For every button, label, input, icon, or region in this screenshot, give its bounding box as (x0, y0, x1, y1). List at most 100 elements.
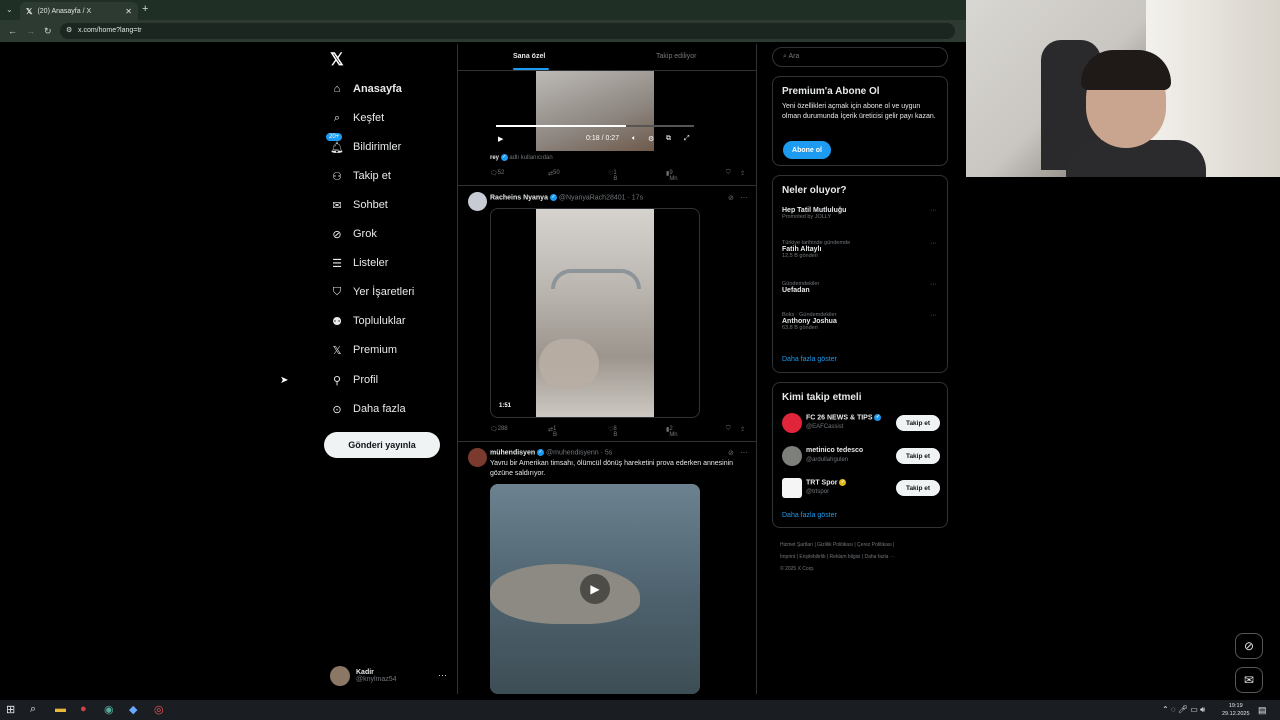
tab-following[interactable]: Takip ediliyor (656, 53, 696, 60)
play-icon[interactable]: ▶ (580, 574, 610, 604)
chrome-icon[interactable]: ◉ (104, 703, 114, 716)
account-switcher[interactable]: Kadir @knylmaz54 ··· (330, 666, 447, 686)
footer-line[interactable]: İmprint | Erişilebilirlik | Reklam bilgi… (780, 551, 945, 563)
follow-button[interactable]: Takip et (896, 415, 940, 431)
app-icon[interactable]: ◎ (154, 703, 164, 716)
sidebar-item-premium[interactable]: 𝕏 Premium (330, 341, 397, 359)
notifications-icon[interactable]: ▤ (1258, 705, 1267, 716)
show-more-link[interactable]: Daha fazla göster (782, 512, 837, 519)
system-tray-icons[interactable]: ⌃ ◌ 🎤︎ ▭ 🔊︎ (1162, 705, 1205, 715)
sidebar-item-chat[interactable]: ✉ Sohbet (330, 196, 387, 214)
clock[interactable]: 19:19 29.12.2025 (1222, 702, 1250, 718)
trend-title: Hep Tatil Mutluluğu (782, 207, 847, 214)
follow-suggestion[interactable]: metinico tedesco @ardullahgulen Takip et (782, 446, 942, 468)
repost-button[interactable]: ⇄ 1 B (548, 426, 557, 438)
grok-floating-button[interactable]: ⊘ (1235, 633, 1263, 659)
views-button[interactable]: ▮ 9 Mn (666, 170, 678, 182)
author-handle[interactable]: @NyanyaRach28401 (559, 194, 626, 201)
tab-for-you[interactable]: Sana özel (513, 53, 545, 60)
author-name[interactable]: Racheins Nyanya (490, 194, 548, 201)
subscribe-button[interactable]: Abone ol (783, 141, 831, 159)
trend-item[interactable]: Türkiye tarihinde gündemde Fatih Altaylı… (782, 240, 942, 259)
more-dots-icon[interactable]: ··· (930, 312, 937, 319)
repost-button[interactable]: ⇄ 50 (548, 170, 560, 177)
sidebar-item-explore[interactable]: ⌕ Keşfet (330, 109, 384, 127)
more-dots-icon[interactable]: ··· (740, 448, 748, 457)
app-icon[interactable]: ◆ (129, 703, 137, 716)
new-tab-icon[interactable]: + (142, 3, 148, 15)
premium-description: Yeni özellikleri açmak için abone ol ve … (782, 103, 936, 120)
tweet-time[interactable]: 5s (605, 449, 612, 456)
close-tab-icon[interactable]: ✕ (125, 7, 132, 16)
grok-icon[interactable]: ⊘ (728, 449, 734, 457)
app-icon[interactable]: ● (80, 703, 87, 715)
more-dots-icon[interactable]: ··· (740, 193, 748, 202)
trend-item[interactable]: Gündemdekiler Uefadan ··· (782, 281, 942, 294)
more-dots-icon[interactable]: ··· (930, 240, 937, 247)
retweet-user[interactable]: rey (490, 155, 499, 161)
sidebar-item-profile[interactable]: ⚲ Profil (330, 371, 378, 389)
trend-item[interactable]: Hep Tatil Mutluluğu Promoted by JOLLY ··… (782, 207, 942, 220)
follow-button[interactable]: Takip et (896, 480, 940, 496)
more-dots-icon[interactable]: ··· (930, 207, 937, 214)
suggestion-handle: @EAFCassist (806, 424, 844, 430)
sidebar-item-grok[interactable]: ⊘ Grok (330, 225, 376, 243)
follow-suggestion[interactable]: TRT Spor ✓ @trtspor Takip et (782, 478, 942, 500)
video-player[interactable]: ▶ 0:18 / 0:27 🔈︎ ⚙ ⧉ ⤢ (490, 71, 700, 151)
tab-list-icon[interactable]: ⌄ (6, 5, 13, 14)
address-bar[interactable]: ⚙ x.com/home?lang=tr (60, 23, 955, 39)
search-input[interactable]: ⌕ Ara (772, 47, 948, 67)
volume-icon[interactable]: 🔈︎ (632, 135, 636, 143)
video-player[interactable]: 1:51 (490, 208, 700, 418)
more-dots-icon[interactable]: ··· (438, 670, 447, 680)
sidebar-item-follow[interactable]: ⚇ Takip et (330, 167, 391, 185)
sidebar-item-communities[interactable]: ⚉ Topluluklar (330, 312, 406, 330)
reload-icon[interactable]: ↻ (44, 26, 52, 37)
avatar[interactable] (468, 448, 487, 467)
more-dots-icon[interactable]: ··· (930, 281, 937, 288)
show-more-link[interactable]: Daha fazla göster (782, 356, 837, 363)
video-player[interactable]: ▶ (490, 484, 700, 694)
back-icon[interactable]: ← (8, 26, 17, 36)
trend-item[interactable]: Boks · Gündemdekiler Anthony Joshua 63,8… (782, 312, 942, 331)
views-button[interactable]: ▮ 2 Mn (666, 426, 678, 438)
grok-icon: ⊘ (1243, 639, 1255, 653)
x-logo-icon[interactable]: 𝕏 (330, 50, 344, 70)
pip-icon[interactable]: ⧉ (666, 135, 671, 143)
sidebar-item-home[interactable]: ⌂ Anasayfa (330, 80, 402, 98)
share-icon[interactable]: ⇪ (740, 426, 745, 433)
settings-icon[interactable]: ⚙ (648, 135, 654, 143)
reply-button[interactable]: 🗨︎ 52 (490, 170, 504, 177)
browser-tab[interactable]: 𝕏 (20) Anasayfa / X ✕ (20, 2, 138, 20)
like-button[interactable]: ♡ 1 B (608, 170, 617, 182)
start-icon[interactable]: ⊞ (6, 703, 15, 716)
file-explorer-icon[interactable]: ▬ (55, 703, 66, 715)
author-handle[interactable]: @muhendisyenn (546, 449, 599, 456)
sidebar-item-bookmarks[interactable]: ⛉ Yer İşaretleri (330, 283, 414, 301)
bookmark-icon[interactable]: ⛉ (726, 426, 731, 433)
fullscreen-icon[interactable]: ⤢ (684, 135, 690, 143)
share-icon[interactable]: ⇪ (740, 170, 745, 177)
bookmark-icon[interactable]: ⛉ (726, 170, 731, 177)
tweet-time[interactable]: 17s (632, 194, 643, 201)
play-icon[interactable]: ▶ (498, 135, 503, 143)
post-button[interactable]: Gönderi yayınla (324, 432, 440, 458)
video-duration: 1:51 (499, 403, 512, 409)
like-button[interactable]: ♡ 8 B (608, 426, 617, 438)
site-info-icon[interactable]: ⚙ (66, 26, 72, 34)
reply-button[interactable]: 🗨︎ 288 (490, 426, 508, 433)
follow-suggestion[interactable]: FC 26 NEWS & TIPS ✓ @EAFCassist Takip et (782, 413, 942, 435)
sidebar-item-notifications[interactable]: 🔔︎ 20+ Bildirimler (326, 133, 401, 156)
forward-icon[interactable]: → (26, 26, 35, 36)
avatar[interactable] (468, 192, 487, 211)
sidebar-item-lists[interactable]: ☰ Listeler (330, 254, 388, 272)
search-icon[interactable]: ⌕ (30, 703, 36, 716)
grok-icon[interactable]: ⊘ (728, 194, 734, 202)
follow-button[interactable]: Takip et (896, 448, 940, 464)
sidebar-item-more[interactable]: ⊙ Daha fazla (330, 400, 405, 418)
footer-line[interactable]: Hizmet Şartları | Gizlilik Politikası | … (780, 539, 945, 551)
author-name[interactable]: mühendisyen (490, 449, 535, 456)
view-count: 9 Mn (669, 170, 678, 182)
avatar (782, 478, 802, 498)
messages-floating-button[interactable]: ✉ (1235, 667, 1263, 693)
